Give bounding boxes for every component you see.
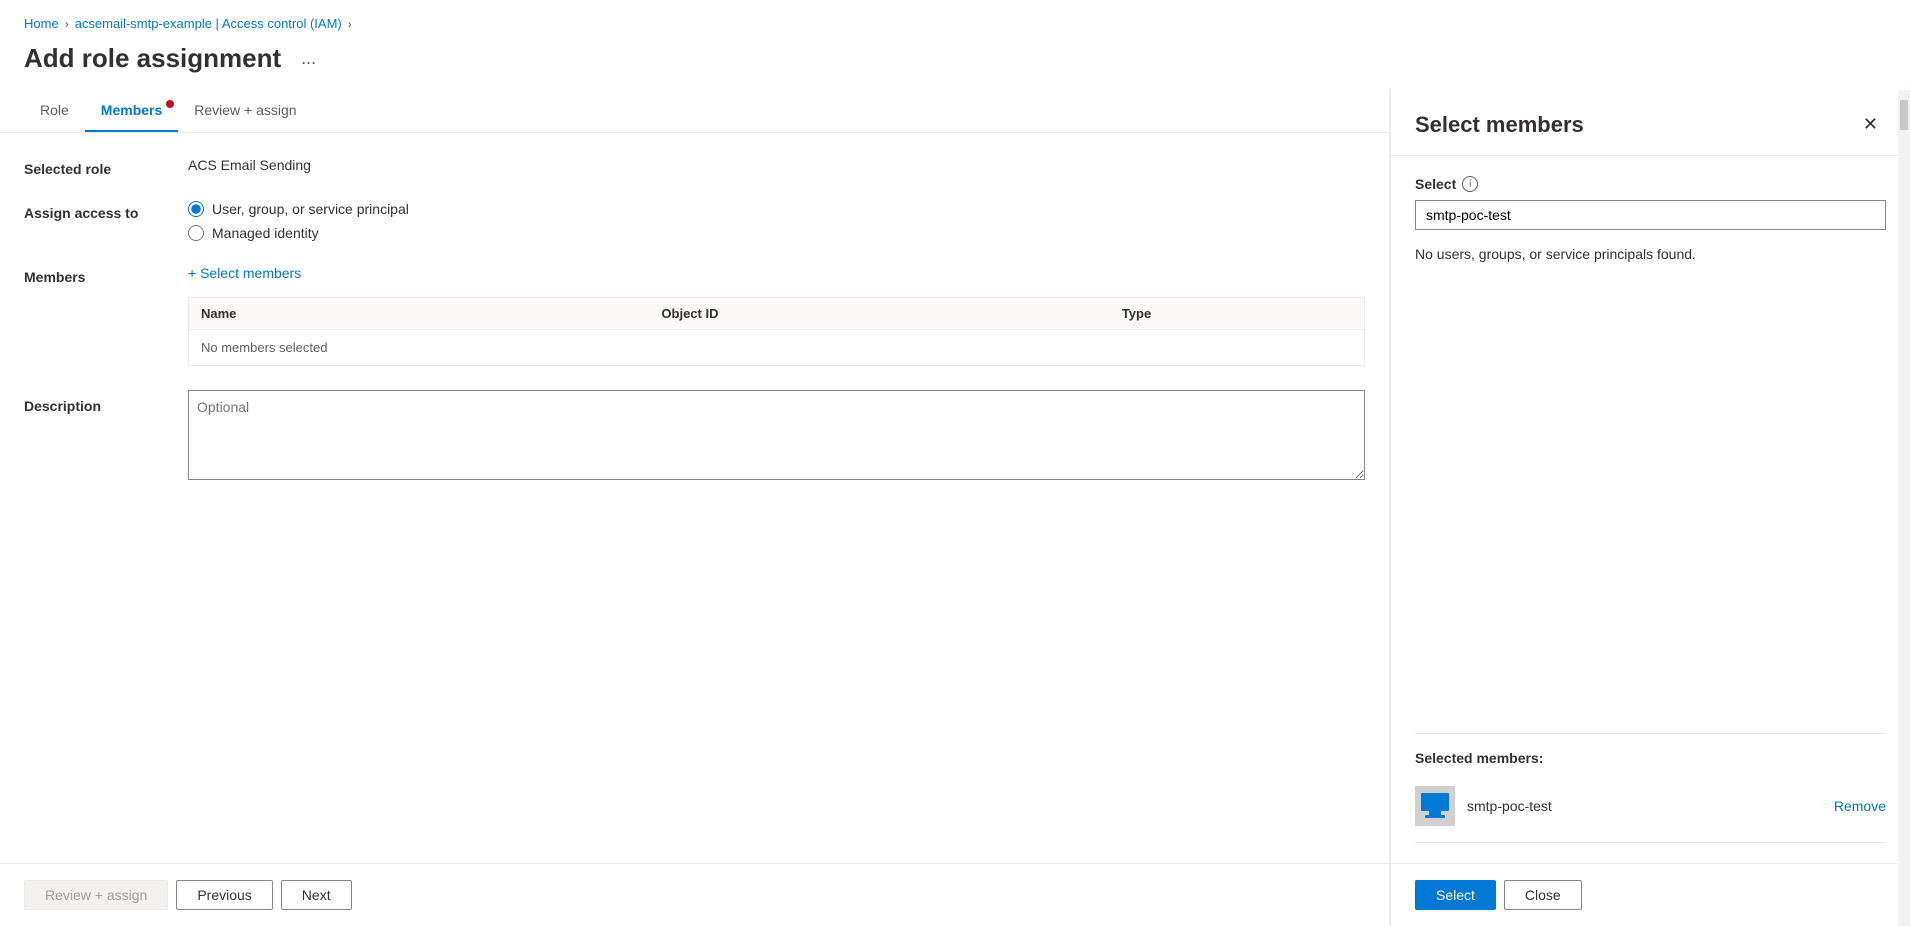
breadcrumb-resource[interactable]: acsemail-smtp-example | Access control (… [75, 16, 342, 31]
tab-review[interactable]: Review + assign [178, 90, 312, 132]
remove-member-link[interactable]: Remove [1834, 798, 1886, 814]
members-label: Members [24, 265, 164, 285]
col-type-header: Type [1122, 306, 1352, 321]
right-panel-footer: Select Close [1391, 863, 1910, 926]
right-panel-title: Select members [1415, 112, 1584, 138]
members-dot-indicator [166, 100, 174, 108]
radio-user-group-label: User, group, or service principal [212, 201, 409, 217]
members-value: + Select members Name Object ID Type No … [188, 265, 1365, 366]
right-panel-body: Select i No users, groups, or service pr… [1391, 156, 1910, 863]
selected-member-item: smtp-poc-test Remove [1415, 778, 1886, 834]
more-options-button[interactable]: ... [293, 44, 324, 73]
select-label: Select [1415, 176, 1456, 192]
radio-managed-identity-label: Managed identity [212, 225, 319, 241]
no-members-message: No members selected [201, 340, 327, 355]
tab-bar: Role Members Review + assign [0, 90, 1389, 133]
left-panel: Role Members Review + assign Selected ro… [0, 90, 1390, 926]
bottom-bar: Review + assign Previous Next [0, 863, 1389, 926]
tab-role[interactable]: Role [24, 90, 85, 132]
review-assign-button: Review + assign [24, 880, 168, 910]
select-button[interactable]: Select [1415, 880, 1496, 910]
breadcrumb-home[interactable]: Home [24, 16, 59, 31]
page-header: Add role assignment ... [0, 39, 1910, 90]
right-panel-close-icon[interactable]: ✕ [1855, 110, 1886, 139]
close-button[interactable]: Close [1504, 880, 1582, 910]
members-table-body: No members selected [189, 330, 1364, 365]
description-section: Description [24, 390, 1365, 480]
selected-role-value: ACS Email Sending [188, 157, 1365, 173]
assign-access-radio-group: User, group, or service principal Manage… [188, 201, 1365, 241]
radio-managed-identity-input[interactable] [188, 225, 204, 241]
scrollbar-thumb [1900, 100, 1908, 130]
form-content: Selected role ACS Email Sending Assign a… [0, 133, 1389, 863]
members-table: Name Object ID Type No members selected [188, 297, 1365, 366]
main-layout: Role Members Review + assign Selected ro… [0, 90, 1910, 926]
right-panel: Select members ✕ Select i No users, grou… [1390, 90, 1910, 926]
no-results-message: No users, groups, or service principals … [1415, 246, 1886, 262]
members-table-header: Name Object ID Type [189, 298, 1364, 330]
radio-user-group-input[interactable] [188, 201, 204, 217]
assign-access-options: User, group, or service principal Manage… [188, 201, 1365, 241]
members-row: Members + Select members Name Object ID … [24, 265, 1365, 366]
right-panel-header: Select members ✕ [1391, 90, 1910, 156]
select-members-link[interactable]: + Select members [188, 265, 1365, 281]
tab-members[interactable]: Members [85, 90, 178, 132]
selected-members-label: Selected members: [1415, 750, 1886, 766]
next-button[interactable]: Next [281, 880, 352, 910]
page-title: Add role assignment [24, 43, 281, 74]
select-label-row: Select i [1415, 176, 1886, 192]
breadcrumb-sep2: › [348, 17, 352, 31]
radio-user-group[interactable]: User, group, or service principal [188, 201, 1365, 217]
assign-access-label: Assign access to [24, 201, 164, 221]
breadcrumb: Home › acsemail-smtp-example | Access co… [0, 0, 1910, 39]
selected-role-label: Selected role [24, 157, 164, 177]
member-avatar [1415, 786, 1455, 826]
selected-members-section: Selected members: smtp-poc-test Remove [1415, 733, 1886, 843]
radio-managed-identity[interactable]: Managed identity [188, 225, 1365, 241]
col-name-header: Name [201, 306, 661, 321]
description-label: Description [24, 390, 164, 414]
selected-role-row: Selected role ACS Email Sending [24, 157, 1365, 177]
previous-button[interactable]: Previous [176, 880, 272, 910]
member-name: smtp-poc-test [1467, 798, 1822, 814]
description-textarea[interactable] [188, 390, 1365, 480]
search-input[interactable] [1415, 200, 1886, 230]
breadcrumb-sep1: › [65, 17, 69, 31]
scrollbar[interactable] [1898, 90, 1910, 926]
assign-access-row: Assign access to User, group, or service… [24, 201, 1365, 241]
info-icon[interactable]: i [1462, 176, 1478, 192]
col-objectid-header: Object ID [661, 306, 1121, 321]
